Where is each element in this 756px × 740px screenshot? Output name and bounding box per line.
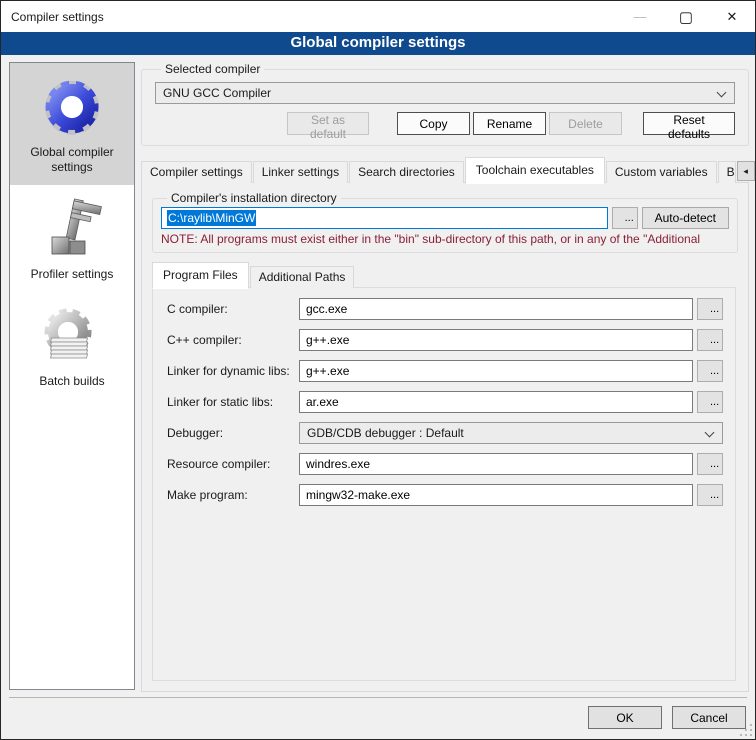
page-title: Global compiler settings	[1, 32, 755, 55]
ok-button[interactable]: OK	[588, 706, 662, 729]
static-linker-browse-button[interactable]: ...	[697, 391, 723, 413]
program-files-tabs: Program Files Additional Paths	[152, 261, 748, 288]
make-program-label: Make program:	[167, 488, 299, 502]
dynamic-linker-input[interactable]	[299, 360, 693, 382]
gray-gear-stack-icon	[40, 304, 104, 368]
maximize-icon[interactable]: ▢	[663, 1, 709, 32]
selected-compiler-group: Selected compiler GNU GCC Compiler Set a…	[141, 62, 749, 146]
cpp-compiler-browse-button[interactable]: ...	[697, 329, 723, 351]
selected-compiler-legend: Selected compiler	[161, 62, 264, 76]
caliper-icon	[40, 197, 104, 261]
sidebar-item-label: Global compiler settings	[14, 145, 130, 175]
installation-directory-row: C:\raylib\MinGW ... Auto-detect	[161, 207, 729, 229]
static-linker-label: Linker for static libs:	[167, 395, 299, 409]
settings-content: Selected compiler GNU GCC Compiler Set a…	[141, 62, 749, 692]
c-compiler-label: C compiler:	[167, 302, 299, 316]
debugger-select-value: GDB/CDB debugger : Default	[307, 426, 464, 440]
sidebar-item-global-compiler-settings[interactable]: Global compiler settings	[10, 63, 134, 185]
tab-build-clipped[interactable]: Builc	[718, 161, 736, 183]
installation-directory-group: Compiler's installation directory C:\ray…	[152, 191, 738, 253]
cancel-button[interactable]: Cancel	[672, 706, 746, 729]
dialog-body: Global compiler settings	[1, 55, 755, 697]
compiler-select-value: GNU GCC Compiler	[163, 86, 271, 100]
installation-directory-legend: Compiler's installation directory	[167, 191, 341, 205]
resource-compiler-input[interactable]	[299, 453, 693, 475]
cpp-compiler-label: C++ compiler:	[167, 333, 299, 347]
tab-toolchain-executables[interactable]: Toolchain executables	[465, 157, 605, 184]
cpp-compiler-input[interactable]	[299, 329, 693, 351]
chevron-down-icon	[705, 428, 715, 438]
titlebar: Compiler settings — ▢ ✕	[1, 1, 755, 32]
tab-compiler-settings[interactable]: Compiler settings	[141, 161, 252, 183]
field-row-static-linker: Linker for static libs: ...	[167, 391, 723, 413]
dynamic-linker-browse-button[interactable]: ...	[697, 360, 723, 382]
program-files-panel: C compiler: ... C++ compiler: ... Linker…	[152, 287, 736, 681]
sidebar-item-batch-builds[interactable]: Batch builds	[10, 292, 134, 399]
toolchain-executables-panel: Compiler's installation directory C:\ray…	[141, 182, 749, 692]
auto-detect-button[interactable]: Auto-detect	[642, 207, 729, 229]
field-row-make-program: Make program: ...	[167, 484, 723, 506]
compiler-select[interactable]: GNU GCC Compiler	[155, 82, 735, 104]
tab-search-directories[interactable]: Search directories	[349, 161, 464, 183]
make-program-input[interactable]	[299, 484, 693, 506]
bin-subdirectory-note: NOTE: All programs must exist either in …	[161, 232, 729, 246]
field-row-dynamic-linker: Linker for dynamic libs: ...	[167, 360, 723, 382]
debugger-label: Debugger:	[167, 426, 299, 440]
field-row-resource-compiler: Resource compiler: ...	[167, 453, 723, 475]
c-compiler-input[interactable]	[299, 298, 693, 320]
spacer	[622, 112, 643, 135]
tab-scroll-left-icon[interactable]: ◂	[737, 161, 755, 181]
compiler-settings-dialog: Compiler settings — ▢ ✕ Global compiler …	[0, 0, 756, 740]
set-as-default-button[interactable]: Set as default	[287, 112, 369, 135]
dialog-footer: OK Cancel	[1, 697, 755, 739]
dynamic-linker-label: Linker for dynamic libs:	[167, 364, 299, 378]
sidebar-item-profiler-settings[interactable]: Profiler settings	[10, 185, 134, 292]
spacer	[155, 112, 287, 135]
chevron-down-icon	[717, 88, 727, 98]
browse-directory-button[interactable]: ...	[612, 207, 638, 229]
footer-buttons: OK Cancel	[1, 698, 755, 729]
tab-linker-settings[interactable]: Linker settings	[253, 161, 348, 183]
field-row-c-compiler: C compiler: ...	[167, 298, 723, 320]
tab-scrollers: ◂ ▸	[737, 161, 756, 183]
settings-category-list: Global compiler settings	[9, 62, 135, 690]
window-controls: — ▢ ✕	[617, 1, 755, 32]
installation-directory-value: C:\raylib\MinGW	[167, 210, 256, 226]
minimize-icon[interactable]: —	[617, 1, 663, 32]
make-program-browse-button[interactable]: ...	[697, 484, 723, 506]
tab-program-files[interactable]: Program Files	[152, 262, 249, 289]
c-compiler-browse-button[interactable]: ...	[697, 298, 723, 320]
compiler-actions: Set as default Copy Rename Delete Reset …	[155, 112, 735, 135]
field-row-debugger: Debugger: GDB/CDB debugger : Default	[167, 422, 723, 444]
spacer	[369, 112, 397, 135]
tab-additional-paths[interactable]: Additional Paths	[250, 266, 355, 288]
tab-custom-variables[interactable]: Custom variables	[606, 161, 717, 183]
rename-button[interactable]: Rename	[473, 112, 546, 135]
reset-defaults-button[interactable]: Reset defaults	[643, 112, 735, 135]
delete-button[interactable]: Delete	[549, 112, 622, 135]
compiler-tabs: Compiler settings Linker settings Search…	[141, 156, 749, 183]
resource-compiler-browse-button[interactable]: ...	[697, 453, 723, 475]
resize-grip-icon[interactable]	[740, 724, 753, 737]
blue-gear-icon	[40, 75, 104, 139]
field-row-cpp-compiler: C++ compiler: ...	[167, 329, 723, 351]
debugger-select[interactable]: GDB/CDB debugger : Default	[299, 422, 723, 444]
static-linker-input[interactable]	[299, 391, 693, 413]
sidebar-item-label: Batch builds	[39, 374, 104, 389]
close-icon[interactable]: ✕	[709, 1, 755, 32]
resource-compiler-label: Resource compiler:	[167, 457, 299, 471]
window-title: Compiler settings	[1, 10, 104, 24]
installation-directory-input[interactable]: C:\raylib\MinGW	[161, 207, 608, 229]
copy-button[interactable]: Copy	[397, 112, 470, 135]
sidebar-item-label: Profiler settings	[31, 267, 114, 282]
